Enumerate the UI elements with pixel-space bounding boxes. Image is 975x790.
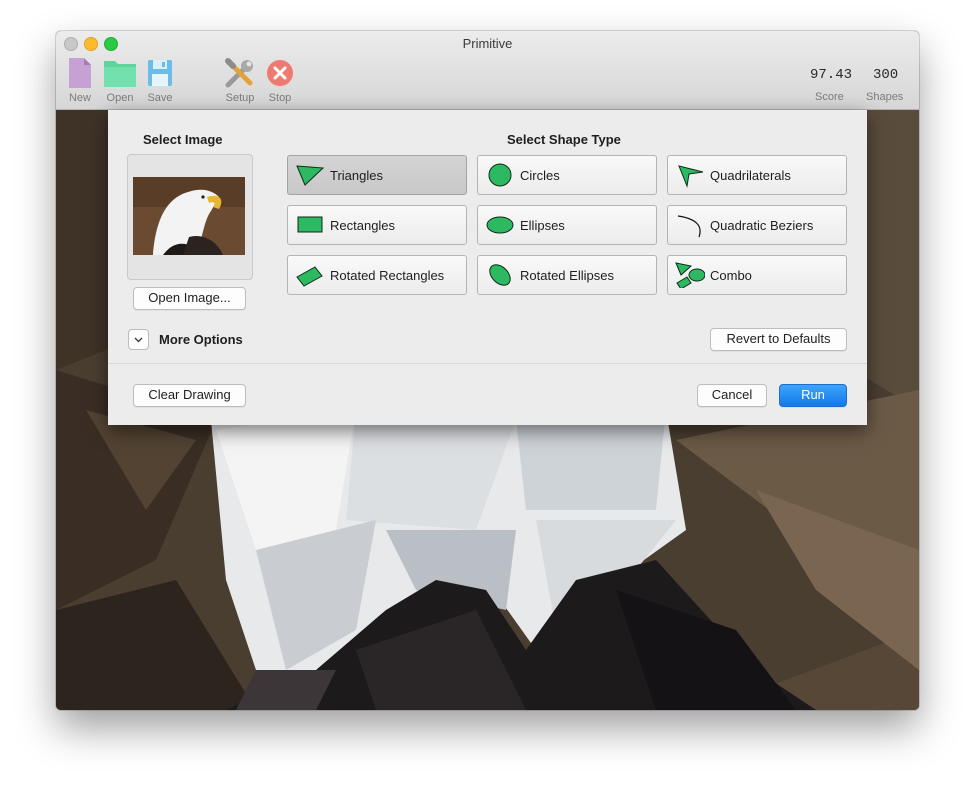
rectangle-icon — [297, 216, 323, 233]
more-options-label: More Options — [159, 332, 243, 347]
setup-label: Setup — [225, 92, 255, 104]
title-bar: Primitive New Open Save Setup Stop 97.43… — [56, 31, 919, 110]
shape-option-label: Ellipses — [520, 218, 565, 233]
chevron-down-icon — [134, 337, 143, 343]
shape-option-label: Quadratic Beziers — [710, 218, 814, 233]
shape-option-quadrilaterals[interactable]: Quadrilaterals — [667, 155, 847, 195]
stop-button[interactable]: Stop — [260, 57, 300, 104]
stop-label: Stop — [268, 92, 292, 104]
new-document-icon — [69, 58, 91, 88]
shape-option-rectangles[interactable]: Rectangles — [287, 205, 467, 245]
open-label: Open — [106, 92, 134, 104]
window-title: Primitive — [462, 36, 513, 51]
more-options-toggle[interactable] — [128, 329, 149, 350]
folder-icon — [104, 61, 136, 87]
quadrilateral-icon — [678, 165, 704, 188]
shape-option-label: Circles — [520, 168, 560, 183]
run-button[interactable]: Run — [779, 384, 847, 407]
bezier-curve-icon — [677, 215, 701, 238]
triangle-icon — [296, 165, 325, 186]
open-image-button[interactable]: Open Image... — [133, 287, 246, 310]
shapes-label: Shapes — [866, 91, 904, 103]
clear-drawing-button[interactable]: Clear Drawing — [133, 384, 246, 407]
new-button[interactable]: New — [60, 57, 100, 104]
shape-option-ellipses[interactable]: Ellipses — [477, 205, 657, 245]
shape-option-label: Rotated Ellipses — [520, 268, 614, 283]
shape-option-label: Rectangles — [330, 218, 396, 233]
stop-icon — [267, 60, 293, 86]
open-button[interactable]: Open — [100, 57, 140, 104]
shape-option-label: Triangles — [330, 168, 383, 183]
shapes-count: 300 — [873, 67, 899, 83]
select-image-heading: Select Image — [143, 132, 223, 147]
shape-option-circles[interactable]: Circles — [477, 155, 657, 195]
shape-option-label: Combo — [710, 268, 752, 283]
image-well[interactable] — [127, 154, 253, 280]
shape-option-rotated-rectangles[interactable]: Rotated Rectangles — [287, 255, 467, 295]
cancel-button[interactable]: Cancel — [697, 384, 767, 407]
divider — [108, 363, 867, 364]
new-label: New — [68, 92, 91, 104]
rotated-rectangle-icon — [296, 266, 323, 287]
shape-option-combo[interactable]: Combo — [667, 255, 847, 295]
rotated-ellipse-icon — [489, 264, 511, 286]
tools-icon — [225, 58, 253, 88]
score-value: 97.43 — [810, 67, 853, 83]
save-button[interactable]: Save — [140, 57, 180, 104]
ellipse-icon — [486, 216, 514, 234]
shape-option-triangles[interactable]: Triangles — [287, 155, 467, 195]
combo-shapes-icon — [675, 262, 705, 288]
eagle-thumbnail — [133, 177, 245, 255]
shape-option-label: Rotated Rectangles — [330, 268, 445, 283]
shape-option-rotated-ellipses[interactable]: Rotated Ellipses — [477, 255, 657, 295]
revert-defaults-button[interactable]: Revert to Defaults — [710, 328, 847, 351]
select-shape-heading: Select Shape Type — [507, 132, 621, 147]
shape-option-quadratic-beziers[interactable]: Quadratic Beziers — [667, 205, 847, 245]
score-label: Score — [815, 91, 844, 103]
circle-icon — [488, 163, 512, 187]
settings-sheet: Select Image Open Image... Select Shape … — [108, 110, 867, 425]
save-label: Save — [147, 92, 173, 104]
shape-option-label: Quadrilaterals — [710, 168, 791, 183]
floppy-disk-icon — [148, 60, 172, 86]
setup-button[interactable]: Setup — [220, 57, 260, 104]
